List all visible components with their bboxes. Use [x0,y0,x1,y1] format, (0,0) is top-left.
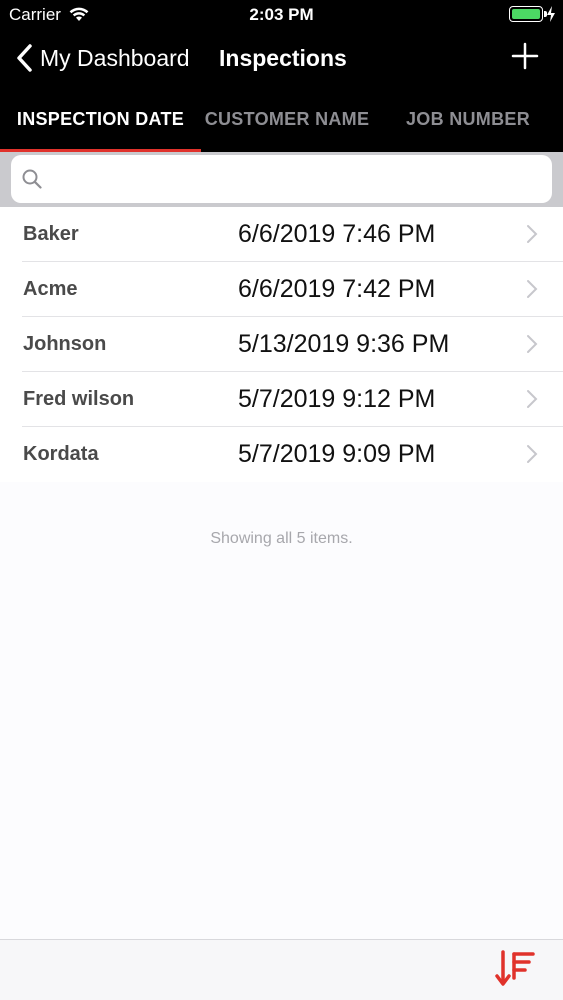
chevron-right-icon [527,280,538,298]
customer-name: Kordata [23,443,99,465]
tab-customer-name[interactable]: CUSTOMER NAME [201,86,373,152]
customer-name: Johnson [23,333,107,355]
list-item[interactable]: Baker 6/6/2019 7:46 PM [0,207,563,262]
status-time: 2:03 PM [249,5,314,24]
chevron-right-icon [527,445,538,463]
list-item[interactable]: Fred wilson 5/7/2019 9:12 PM [0,372,563,427]
search-icon [22,169,42,189]
back-button[interactable]: My Dashboard [14,42,190,74]
customer-name: Baker [23,223,79,245]
inspection-date: 5/7/2019 9:09 PM [238,440,436,468]
inspection-date: 6/6/2019 7:42 PM [238,275,436,303]
sort-tabs: INSPECTION DATE CUSTOMER NAME JOB NUMBER [0,86,563,152]
chevron-right-icon [527,335,538,353]
inspection-list: Baker 6/6/2019 7:46 PM Acme 6/6/2019 7:4… [0,207,563,482]
status-bar: Carrier 2:03 PM [0,0,563,30]
inspection-date: 5/7/2019 9:12 PM [238,385,436,413]
search-field[interactable] [11,155,552,203]
inspection-date: 6/6/2019 7:46 PM [238,220,436,248]
bottom-toolbar [0,939,563,1000]
search-bar [0,152,563,208]
chevron-right-icon [527,390,538,408]
inspection-date: 5/13/2019 9:36 PM [238,330,450,358]
sort-descending-icon[interactable] [495,948,537,990]
chevron-right-icon [527,225,538,243]
list-item[interactable]: Acme 6/6/2019 7:42 PM [0,262,563,317]
chevron-left-icon [17,44,32,72]
customer-name: Fred wilson [23,388,135,410]
item-count-note: Showing all 5 items. [210,530,353,547]
list-item[interactable]: Johnson 5/13/2019 9:36 PM [0,317,563,372]
search-input[interactable] [53,163,533,195]
tab-inspection-date[interactable]: INSPECTION DATE [0,86,201,152]
battery-icon [509,6,547,22]
navigation-bar: My Dashboard Inspections [0,30,563,86]
list-item[interactable]: Kordata 5/7/2019 9:09 PM [0,427,563,482]
plus-icon[interactable] [511,42,539,70]
back-button-label: My Dashboard [40,44,190,71]
customer-name: Acme [23,278,78,300]
tab-job-number[interactable]: JOB NUMBER [373,86,563,152]
page-title: Inspections [219,45,347,71]
charging-icon [547,6,555,22]
